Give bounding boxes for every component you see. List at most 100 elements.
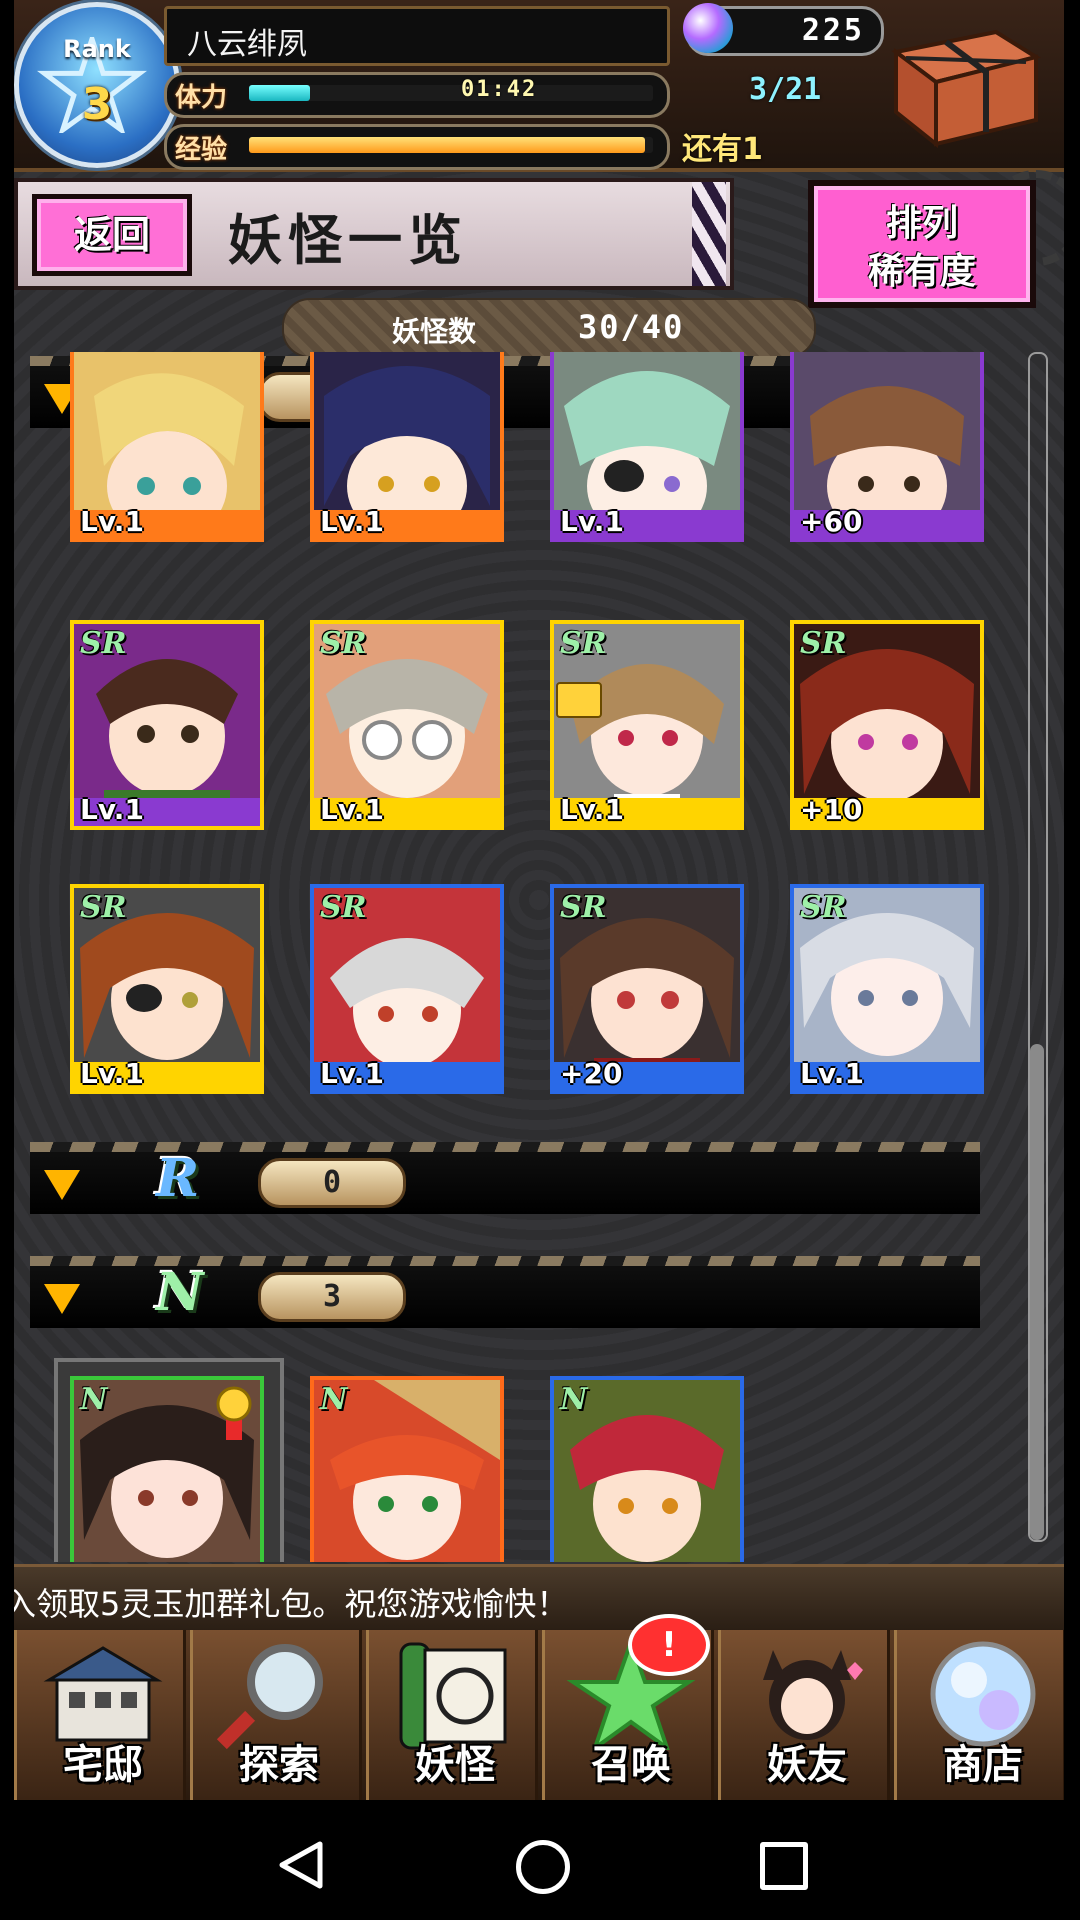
player-name-box[interactable]: 八云绯夙 — [164, 6, 670, 66]
rarity-badge: N — [80, 1382, 108, 1417]
sort-label: 排列 — [885, 203, 958, 244]
stamina-track: 01:42 — [249, 77, 653, 102]
stamina-label: 体力 — [175, 83, 228, 113]
gift-box-icon[interactable] — [886, 12, 1046, 152]
rarity-label: R — [156, 1148, 200, 1209]
rarity-badge: SR — [320, 626, 367, 661]
nav-label: 商店 — [943, 1741, 1023, 1788]
monster-level: +60 — [800, 505, 863, 538]
monster-card[interactable]: Lv.1 — [550, 352, 744, 542]
rarity-badge: N — [320, 1382, 348, 1417]
rarity-badge: SR — [320, 890, 367, 925]
nav-label: 宅邸 — [63, 1741, 143, 1788]
exp-remaining: 还有1 — [682, 132, 763, 167]
summon-alert-badge: ! — [628, 1614, 710, 1676]
monster-card[interactable]: N — [310, 1376, 504, 1562]
status-bar: Rank 3 八云绯夙 体力 01:42 经验 225 3/21 还有1 — [14, 0, 1064, 172]
sort-value: 稀有度 — [867, 251, 976, 292]
exp-track — [249, 137, 653, 153]
exp-label: 经验 — [175, 135, 228, 165]
rarity-badge: N — [560, 1382, 588, 1417]
rarity-badge: SR — [800, 890, 847, 925]
rarity-badge: SR — [80, 626, 127, 661]
back-triangle-icon[interactable] — [278, 1840, 324, 1890]
monster-level: Lv.1 — [800, 1057, 864, 1090]
stamina-timer: 01:42 — [461, 77, 538, 102]
stamina-bar: 体力 01:42 — [164, 72, 670, 118]
group-count: 3 — [258, 1272, 406, 1322]
monster-count-value: 30/40 — [578, 308, 685, 346]
nav-label: 妖怪 — [415, 1741, 495, 1788]
nav-label: 妖友 — [767, 1741, 847, 1788]
monster-card[interactable]: Lv.1 — [310, 352, 504, 542]
rarity-label: N — [156, 1262, 204, 1323]
nav-shop[interactable]: 商店 — [894, 1630, 1064, 1800]
bottom-nav: 宅邸 探索 妖怪 召唤 妖友 商店 — [14, 1630, 1064, 1800]
rarity-badge: SR — [560, 890, 607, 925]
group-header-n[interactable]: N 3 — [30, 1256, 980, 1328]
game-screen: Rank 3 八云绯夙 体力 01:42 经验 225 3/21 还有1 返回 … — [14, 0, 1064, 1800]
nav-explore[interactable]: 探索 — [190, 1630, 362, 1800]
monster-card[interactable]: Lv.1 — [70, 352, 264, 542]
monster-card[interactable]: +60 — [790, 352, 984, 542]
rarity-badge: SR — [80, 890, 127, 925]
monster-card[interactable]: SR Lv.1 — [310, 884, 504, 1094]
nav-friends[interactable]: 妖友 — [718, 1630, 890, 1800]
rarity-badge: SR — [560, 626, 607, 661]
monster-card[interactable]: SR Lv.1 — [310, 620, 504, 830]
gem-count: 225 — [801, 13, 865, 48]
group-count: 0 — [258, 1158, 406, 1208]
monster-card[interactable]: N — [70, 1376, 264, 1562]
nav-label: 探索 — [239, 1741, 319, 1788]
rank-value: 3 — [81, 79, 113, 130]
screen-header: 返回 妖怪一览 — [14, 178, 734, 290]
lock-icon — [556, 682, 602, 718]
collapse-triangle-icon — [44, 1284, 80, 1314]
monster-list[interactable]: SR 20 Lv.1 Lv.1 Lv.1 +60 SR — [14, 352, 1044, 1562]
ticker-text: 入领取5灵玉加群礼包。祝您游戏愉快！ — [14, 1585, 569, 1623]
nav-label: 召唤 — [591, 1741, 671, 1788]
monster-level: Lv.1 — [560, 505, 624, 538]
monster-card[interactable]: SR Lv.1 — [70, 884, 264, 1094]
home-circle-icon[interactable] — [516, 1840, 570, 1894]
monster-count-label: 妖怪数 — [392, 315, 477, 348]
monster-card[interactable]: SR +10 — [790, 620, 984, 830]
stamina-fill — [249, 85, 310, 101]
news-ticker: 入领取5灵玉加群礼包。祝您游戏愉快！ — [14, 1564, 1064, 1631]
monster-level: +10 — [800, 793, 863, 826]
monster-count-bar: 妖怪数 30/40 — [282, 298, 816, 358]
rank-emblem[interactable]: Rank 3 — [14, 2, 180, 168]
exp-fill — [249, 137, 645, 153]
sort-button[interactable]: 排列 稀有度 — [808, 180, 1036, 308]
spirit-gem-icon — [683, 3, 733, 53]
recent-apps-icon[interactable] — [760, 1842, 808, 1890]
nav-mansion[interactable]: 宅邸 — [14, 1630, 186, 1800]
banner-decoration — [692, 182, 726, 286]
monster-level: +20 — [560, 1057, 623, 1090]
monster-level: Lv.1 — [80, 1057, 144, 1090]
monster-card[interactable]: SR Lv.1 — [790, 884, 984, 1094]
stamina-count: 3/21 — [749, 72, 822, 107]
page-title: 妖怪一览 — [228, 208, 468, 272]
monster-level: Lv.1 — [560, 793, 624, 826]
monster-level: Lv.1 — [320, 1057, 384, 1090]
monster-level: Lv.1 — [320, 793, 384, 826]
exp-bar: 经验 — [164, 124, 670, 170]
monster-level: Lv.1 — [320, 505, 384, 538]
system-nav-bar — [0, 1800, 1080, 1920]
scrollbar-thumb[interactable] — [1030, 1044, 1044, 1540]
back-button[interactable]: 返回 — [32, 194, 192, 276]
monster-card[interactable]: SR Lv.1 — [550, 620, 744, 830]
collapse-triangle-icon — [44, 1170, 80, 1200]
monster-level: Lv.1 — [80, 505, 144, 538]
rarity-badge: SR — [800, 626, 847, 661]
group-header-r[interactable]: R 0 — [30, 1142, 980, 1214]
monster-card[interactable]: SR +20 — [550, 884, 744, 1094]
player-name: 八云绯夙 — [187, 27, 307, 62]
monster-card[interactable]: SR Lv.1 — [70, 620, 264, 830]
gem-counter[interactable]: 225 — [683, 3, 884, 56]
medal-icon — [216, 1386, 252, 1440]
monster-level: Lv.1 — [80, 793, 144, 826]
nav-monsters[interactable]: 妖怪 — [366, 1630, 538, 1800]
monster-card[interactable]: N — [550, 1376, 744, 1562]
